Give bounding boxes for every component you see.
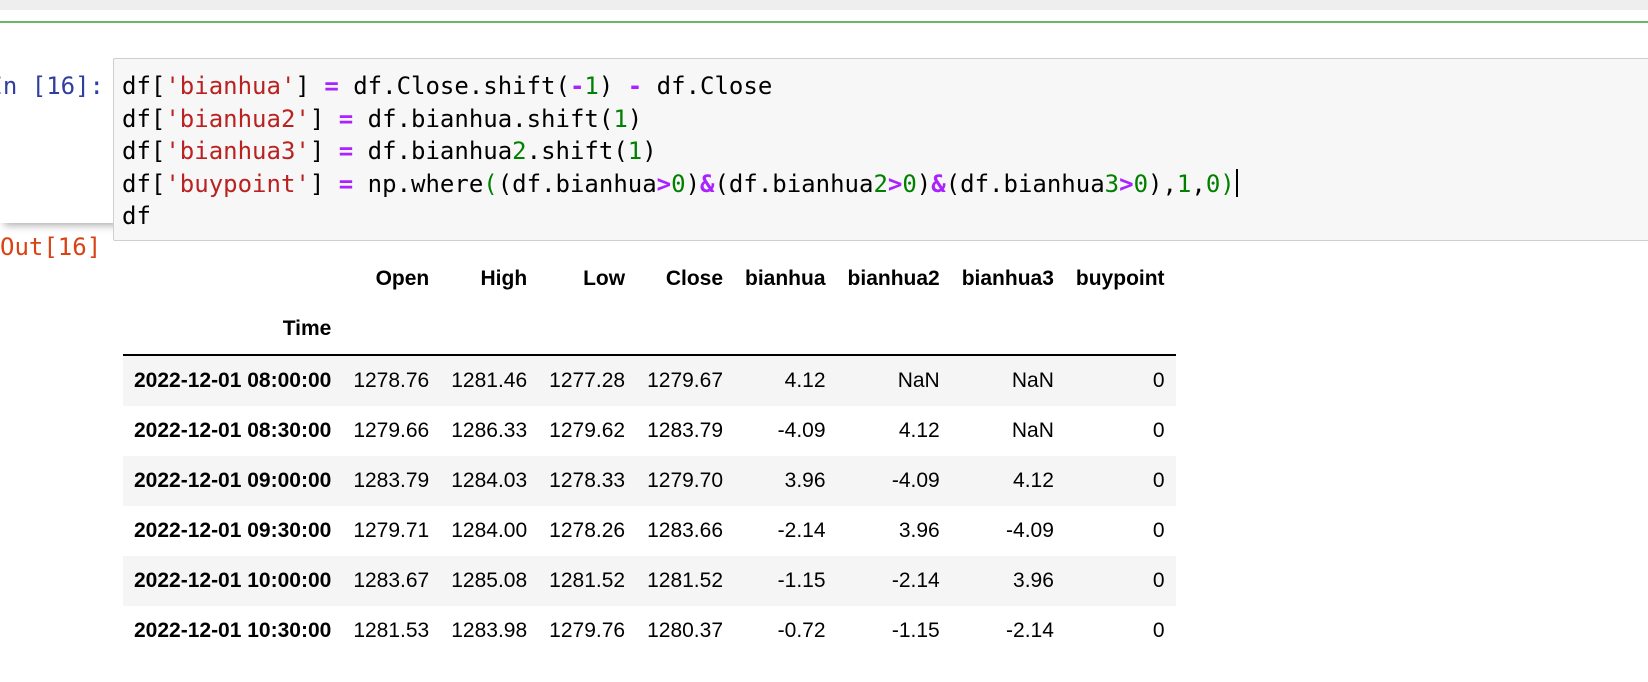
- table-cell: 0: [1152, 369, 1165, 392]
- code-line[interactable]: df: [122, 202, 151, 230]
- table-cell: NaN: [897, 369, 940, 392]
- column-header: bianhua2: [847, 267, 940, 290]
- table-cell: 0: [1152, 519, 1165, 542]
- table-cell: 1279.62: [549, 419, 626, 442]
- table-cell: 4.12: [898, 419, 940, 442]
- table-cell: 1281.52: [549, 569, 626, 592]
- column-header: buypoint: [1075, 267, 1165, 290]
- column-header: High: [480, 267, 528, 290]
- table-cell: -4.09: [1006, 519, 1054, 542]
- table-cell: -2.14: [891, 569, 940, 592]
- table-cell: -2.14: [777, 519, 826, 542]
- column-header: Low: [583, 267, 626, 290]
- code-line[interactable]: df['bianhua3'] = df.bianhua2.shift(1): [122, 137, 657, 165]
- table-cell: 1286.33: [451, 419, 528, 442]
- table-cell: 1283.67: [353, 569, 430, 592]
- table-row: 2022-12-01 08:30:00 1279.66 1286.33 1279.62…: [123, 406, 1176, 456]
- index-name-spacer: [734, 304, 837, 356]
- table-cell: 1280.37: [647, 619, 724, 642]
- row-index: 2022-12-01 08:00:00: [134, 369, 332, 392]
- table-row: 2022-12-01 10:30:00 1281.53 1283.98 1279.76…: [123, 606, 1176, 656]
- index-name-spacer: [440, 304, 539, 356]
- row-index: 2022-12-01 09:00:00: [134, 469, 332, 492]
- table-cell: 1285.08: [451, 569, 528, 592]
- index-name: Time: [123, 304, 343, 356]
- code-editor[interactable]: df['bianhua'] = df.Close.shift(-1) - df.…: [113, 58, 1648, 241]
- output-prompt: Out[16]:: [0, 233, 104, 261]
- table-cell: 1281.46: [451, 369, 528, 392]
- table-cell: -4.09: [777, 419, 826, 442]
- column-header: bianhua: [745, 267, 826, 290]
- table-cell: 1279.67: [647, 369, 724, 392]
- column-header-row: Open High Low Close bianhua bianhua2 bianhua3 b…: [123, 254, 1176, 304]
- dataframe-table: Open High Low Close bianhua bianhua2 bianhua3 b…: [123, 254, 1176, 656]
- table-row: 2022-12-01 10:00:00 1283.67 1285.08 1281.52…: [123, 556, 1176, 606]
- table-cell: 3.96: [1013, 569, 1054, 592]
- index-name-spacer: [342, 304, 441, 356]
- table-cell: -1.15: [777, 569, 826, 592]
- table-cell: 1278.33: [549, 469, 626, 492]
- table-cell: 3.96: [784, 469, 826, 492]
- column-header: Close: [665, 267, 724, 290]
- table-cell: 0: [1152, 619, 1165, 642]
- table-cell: 1279.71: [353, 519, 430, 542]
- table-cell: 1283.98: [451, 619, 528, 642]
- row-index: 2022-12-01 10:00:00: [134, 569, 332, 592]
- table-cell: 1281.53: [353, 619, 430, 642]
- index-name-spacer: [636, 304, 735, 356]
- table-cell: 1279.76: [549, 619, 626, 642]
- table-row: 2022-12-01 08:00:00 1278.76 1281.46 1277.28…: [123, 355, 1176, 406]
- table-cell: 0: [1152, 419, 1165, 442]
- code-cell[interactable]: In [16]: df['bianhua'] = df.Close.shift(…: [0, 23, 1648, 241]
- header-corner: [123, 254, 342, 304]
- table-cell: -0.72: [777, 619, 826, 642]
- table-cell: 3.96: [898, 519, 940, 542]
- table-cell: -4.09: [891, 469, 940, 492]
- table-row: 2022-12-01 09:00:00 1283.79 1284.03 1278.33…: [123, 456, 1176, 506]
- table-cell: 1278.26: [549, 519, 626, 542]
- index-name-row: Time: [123, 304, 1176, 356]
- table-cell: 4.12: [784, 369, 826, 392]
- table-cell: 1278.76: [353, 369, 430, 392]
- column-header: Open: [375, 267, 430, 290]
- table-cell: 0: [1152, 469, 1165, 492]
- row-index: 2022-12-01 08:30:00: [134, 419, 332, 442]
- table-cell: 1283.79: [647, 419, 724, 442]
- table-cell: 1283.79: [353, 469, 430, 492]
- table-cell: NaN: [1011, 419, 1054, 442]
- table-cell: -2.14: [1006, 619, 1054, 642]
- table-cell: NaN: [1011, 369, 1054, 392]
- row-index: 2022-12-01 09:30:00: [134, 519, 332, 542]
- table-cell: 1281.52: [647, 569, 724, 592]
- code-line[interactable]: df['bianhua2'] = df.bianhua.shift(1): [122, 105, 642, 133]
- table-cell: 1283.66: [647, 519, 724, 542]
- table-cell: 1277.28: [549, 369, 626, 392]
- dataframe-body: 2022-12-01 08:00:00 1278.76 1281.46 1277.28…: [123, 355, 1176, 656]
- table-cell: 0: [1152, 569, 1165, 592]
- code-lines[interactable]: df['bianhua'] = df.Close.shift(-1) - df.…: [122, 70, 1238, 233]
- row-index: 2022-12-01 10:30:00: [134, 619, 332, 642]
- code-line[interactable]: df['bianhua'] = df.Close.shift(-1) - df.…: [122, 72, 772, 100]
- table-cell: 1284.03: [451, 469, 528, 492]
- table-cell: -1.15: [891, 619, 940, 642]
- notebook-page: In [16]: df['bianhua'] = df.Close.shift(…: [0, 0, 1648, 682]
- table-cell: 1284.00: [451, 519, 528, 542]
- index-name-spacer: [538, 304, 637, 356]
- table-cell: 1279.70: [647, 469, 724, 492]
- text-cursor: [1235, 168, 1238, 197]
- index-name-spacer: [1064, 304, 1176, 356]
- table-cell: 1279.66: [353, 419, 430, 442]
- code-line[interactable]: df['buypoint'] = np.where((df.bianhua>0)…: [122, 168, 1238, 198]
- index-name-spacer: [950, 304, 1065, 356]
- previous-cell-edge: [0, 0, 1648, 10]
- index-name-spacer: [836, 304, 951, 356]
- table-cell: 4.12: [1013, 469, 1054, 492]
- column-header: bianhua3: [961, 267, 1054, 290]
- table-row: 2022-12-01 09:30:00 1279.71 1284.00 1278.26…: [123, 506, 1176, 556]
- input-prompt: In [16]:: [0, 72, 104, 100]
